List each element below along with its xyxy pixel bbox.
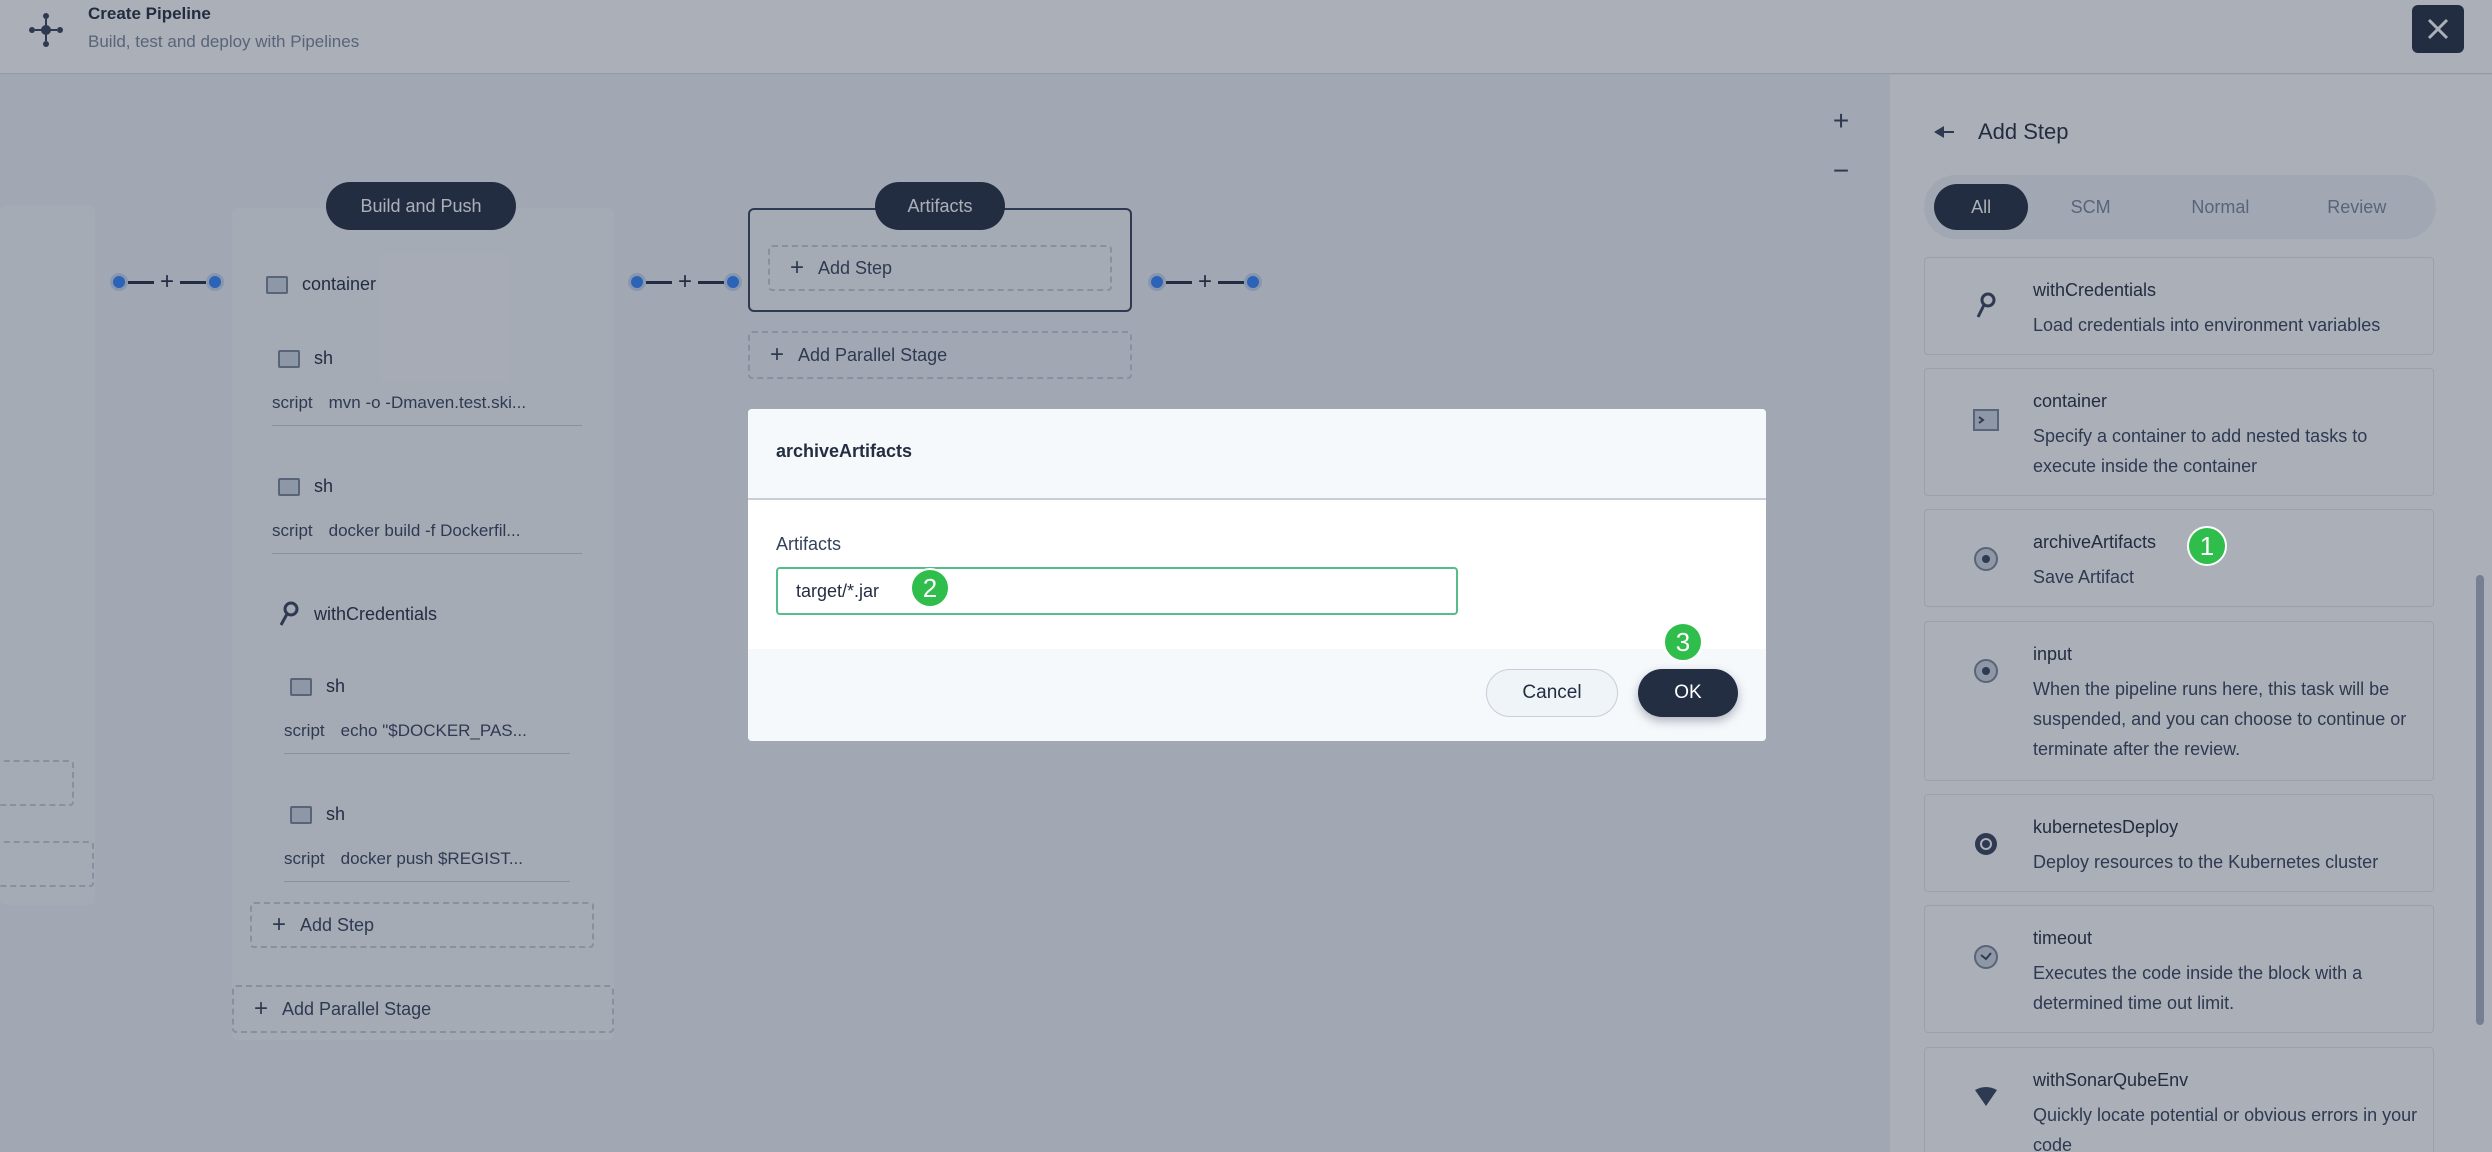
- artifacts-input[interactable]: [776, 567, 1458, 615]
- cancel-button[interactable]: Cancel: [1486, 669, 1618, 717]
- step-marker-1: 1: [2187, 526, 2227, 566]
- step-marker-3: 3: [1663, 622, 1703, 662]
- step-marker-2: 2: [910, 568, 950, 608]
- dialog-header: archiveArtifacts: [748, 409, 1766, 500]
- dialog-title: archiveArtifacts: [776, 441, 913, 461]
- archive-artifacts-dialog: archiveArtifacts Artifacts Cancel OK: [748, 409, 1766, 741]
- ok-button[interactable]: OK: [1638, 669, 1738, 717]
- artifacts-label: Artifacts: [776, 534, 842, 554]
